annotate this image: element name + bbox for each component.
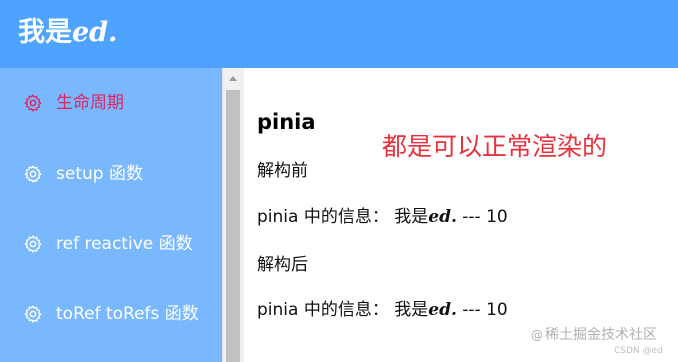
info-suffix: --- 10 [456,207,508,227]
gear-icon [24,305,42,323]
info-line-after: pinia 中的信息： 我是ed. --- 10 [257,297,508,323]
page-title: pinia [257,110,316,134]
gear-icon [24,94,42,112]
sidebar-item-ref-reactive[interactable]: ref reactive 函数 [0,224,222,264]
info-emphasis: ed. [428,300,457,320]
sidebar-scrollbar[interactable] [222,68,244,362]
annotation-note: 都是可以正常渲染的 [382,132,608,161]
watermark-sub: CSDN @ed [614,346,663,356]
sidebar-item-label: ref reactive 函数 [56,234,193,254]
info-suffix: --- 10 [456,300,508,320]
watermark-text: 稀土掘金技术社区 [545,327,657,343]
watermark: @ 稀土掘金技术社区 [531,326,657,344]
gear-icon [24,165,42,183]
info-prefix: pinia 中的信息： 我是 [257,300,429,320]
scroll-up-arrow-icon[interactable] [229,76,237,81]
info-emphasis: ed. [428,207,457,227]
sidebar-item-lifecycle[interactable]: 生命周期 [0,83,222,123]
at-sign-icon: @ [531,328,543,342]
sidebar-nav: 生命周期 setup 函数 ref reactive 函数 toRef toRe… [0,68,222,362]
brand-emphasis: ed. [72,17,118,48]
after-destructure-label: 解构后 [257,255,308,275]
info-prefix: pinia 中的信息： 我是 [257,207,429,227]
info-line-before: pinia 中的信息： 我是ed. --- 10 [257,204,508,230]
scroll-thumb[interactable] [226,90,240,362]
sidebar-item-label: 生命周期 [56,93,124,113]
brand-logo[interactable]: 我是ed. [18,16,117,50]
sidebar-item-setup[interactable]: setup 函数 [0,154,222,194]
gear-icon [24,235,42,253]
sidebar-item-label: toRef toRefs 函数 [56,304,199,324]
main-content: pinia 都是可以正常渲染的 解构前 pinia 中的信息： 我是ed. --… [244,68,678,362]
before-destructure-label: 解构前 [257,161,308,181]
sidebar-item-label: setup 函数 [56,164,143,184]
brand-prefix: 我是 [18,17,72,48]
top-header: 我是ed. [0,0,678,68]
sidebar-item-toref-torefs[interactable]: toRef toRefs 函数 [0,294,222,334]
